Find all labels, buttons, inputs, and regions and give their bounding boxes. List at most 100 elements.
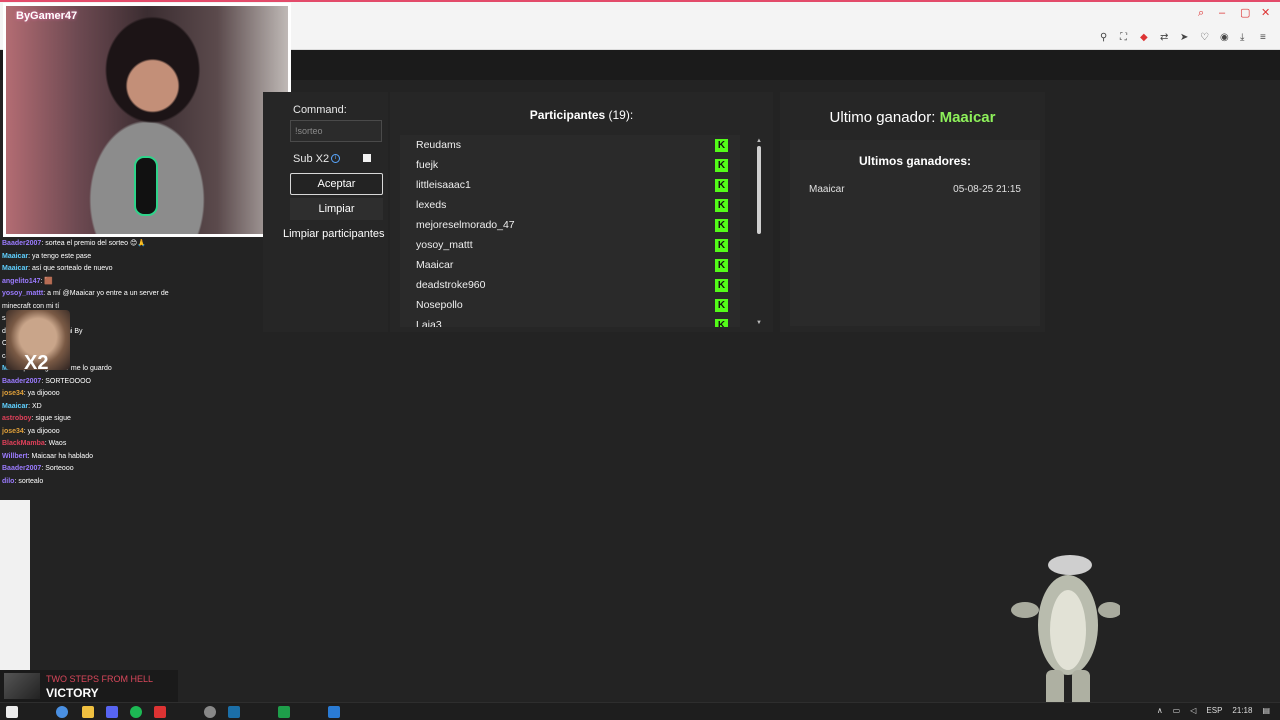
shield-icon[interactable]: ◆: [1140, 32, 1150, 44]
download-icon[interactable]: ⤓: [1240, 32, 1250, 44]
winner-row: Maaicar 05-08-25 21:15: [809, 184, 1021, 195]
translate-icon[interactable]: ⇄: [1160, 32, 1170, 44]
command-panel: Command: Sub X2 i Aceptar Limpiar Limpia…: [263, 92, 388, 332]
maximize-icon[interactable]: ▢: [1240, 8, 1251, 19]
scroll-down-icon[interactable]: ▼: [755, 320, 763, 326]
chat-username[interactable]: yosoy_mattt: [2, 290, 43, 297]
chat-message: Willbert: Maicaar ha hablado: [0, 451, 180, 464]
scroll-thumb[interactable]: [757, 146, 761, 234]
send-icon[interactable]: ➤: [1180, 32, 1190, 44]
chat-text: : ya dijoooo: [23, 390, 60, 397]
kick-badge-icon: K: [715, 259, 728, 272]
participant-name: Nosepollo: [416, 299, 463, 311]
participants-list[interactable]: Reudams Kfuejk Klittleisaaac1 Klexeds Kmejor…: [400, 135, 740, 327]
clock[interactable]: 21:18: [1232, 706, 1252, 715]
discord-icon[interactable]: [106, 706, 118, 718]
menu-icon[interactable]: ≡: [1260, 32, 1270, 44]
participants-scrollbar[interactable]: ▲ ▼: [755, 138, 763, 326]
chat-message: Baader2007: Sorteooo: [0, 463, 180, 476]
minimize-icon[interactable]: –: [1219, 8, 1230, 19]
scroll-up-icon[interactable]: ▲: [755, 138, 763, 144]
toolbar-icons: ⚲ ⛶ ◆ ⇄ ➤ ♡ ◉ ⤓ ≡: [1100, 32, 1270, 44]
network-icon[interactable]: ▭: [1173, 706, 1181, 715]
chat-message: dilo: sortealo: [0, 476, 180, 489]
participant-name: mejoreselmorado_47: [416, 219, 515, 231]
volume-icon[interactable]: ◁: [1190, 706, 1196, 715]
participant-row: Nosepollo K: [400, 295, 740, 315]
info-icon[interactable]: i: [331, 154, 340, 163]
now-playing-song: VICTORY: [46, 686, 99, 700]
participant-name: fuejk: [416, 159, 439, 171]
chat-message: jose34: ya dijoooo: [0, 388, 180, 401]
last-winner-name: Maaicar: [939, 109, 996, 126]
sub-x2-checkbox[interactable]: [363, 154, 371, 162]
microphone-icon: [134, 156, 158, 216]
webcam-overlay: ByGamer47: [3, 3, 291, 237]
accept-button[interactable]: Aceptar: [290, 173, 383, 195]
kick-badge-icon: K: [715, 319, 728, 327]
participant-name: Maaicar: [416, 259, 454, 271]
search-icon[interactable]: ⌕: [1198, 8, 1209, 19]
folder-icon[interactable]: [82, 706, 94, 718]
participant-name: yosoy_mattt: [416, 239, 473, 251]
close-icon[interactable]: ✕: [1261, 8, 1272, 19]
participant-name: Laia3: [416, 319, 442, 327]
chat-username[interactable]: jose34: [2, 390, 24, 397]
heart-icon[interactable]: ♡: [1200, 32, 1210, 44]
tray-chevron-icon[interactable]: ∧: [1157, 706, 1163, 715]
kick-badge-icon: K: [715, 139, 728, 152]
chrome-icon[interactable]: [56, 706, 68, 718]
chat-username[interactable]: Maaicar: [2, 403, 28, 410]
chat-username[interactable]: jose34: [2, 428, 24, 435]
chat-text: : ya tengo este pase: [28, 252, 92, 260]
last-winner-title: Ultimo ganador: Maaicar: [780, 109, 1045, 126]
browser-icon[interactable]: [154, 706, 166, 718]
chat-message: Maaicar: ya tengo este pase: [0, 251, 180, 264]
chat-text: : Waos: [44, 440, 67, 447]
participants-count: (19):: [608, 108, 634, 122]
participant-row: Laia3 K: [400, 315, 740, 327]
chat-username[interactable]: Baader2007: [2, 240, 41, 247]
steam-icon[interactable]: [228, 706, 240, 718]
winner-panel: Ultimo ganador: Maaicar Ultimos ganadore…: [780, 92, 1045, 332]
account-icon[interactable]: ◉: [1220, 32, 1230, 44]
chat-message: Maaicar: así que sortealo de nuevo: [0, 263, 180, 276]
screenshot-icon[interactable]: ⛶: [1120, 32, 1130, 44]
participant-name: lexeds: [416, 199, 447, 211]
pin-icon[interactable]: ⚲: [1100, 32, 1110, 44]
app-icon[interactable]: [328, 706, 340, 718]
chat-username[interactable]: Willbert: [2, 453, 28, 460]
kick-badge-icon: K: [715, 239, 728, 252]
participant-name: littleisaaac1: [416, 179, 471, 191]
chat-username[interactable]: Baader2007: [2, 378, 41, 385]
chat-username[interactable]: Baader2007: [2, 465, 41, 472]
clear-button[interactable]: Limpiar: [290, 198, 383, 220]
chat-text: : XD: [28, 402, 42, 410]
settings-icon[interactable]: [204, 706, 216, 718]
chat-username[interactable]: dilo: [2, 478, 14, 485]
chat-username[interactable]: angelito147: [2, 278, 41, 285]
command-input[interactable]: [290, 120, 382, 142]
clear-participants-button[interactable]: Limpiar participantes: [283, 228, 385, 240]
language-indicator[interactable]: ESP: [1206, 706, 1222, 715]
chat-message: BlackMamba: Waos: [0, 438, 180, 451]
excel-icon[interactable]: [278, 706, 290, 718]
winner-row-name: Maaicar: [809, 184, 845, 195]
chat-text: : sigue sigue: [31, 415, 71, 422]
emote-label: X2: [24, 352, 49, 374]
chat-username[interactable]: BlackMamba: [2, 440, 45, 447]
participants-title: Participantes (19):: [390, 108, 773, 122]
now-playing: TWO STEPS FROM HELL VICTORY: [0, 670, 178, 702]
winners-history-title: Ultimos ganadores:: [858, 154, 972, 168]
spotify-icon[interactable]: [130, 706, 142, 718]
chat-text: : 🟫: [40, 277, 54, 285]
start-icon[interactable]: [6, 706, 18, 718]
notifications-icon[interactable]: ▤: [1262, 706, 1270, 715]
chat-text: : ya dijoooo: [23, 427, 60, 435]
chat-text: : sortea el premio del sorteo 😊🙏: [41, 240, 147, 247]
kick-badge-icon: K: [715, 159, 728, 172]
chat-username[interactable]: astroboy: [2, 415, 32, 422]
last-winner-label: Ultimo ganador:: [829, 109, 936, 126]
chat-username[interactable]: Maaicar: [2, 253, 28, 260]
chat-username[interactable]: Maaicar: [2, 265, 28, 272]
